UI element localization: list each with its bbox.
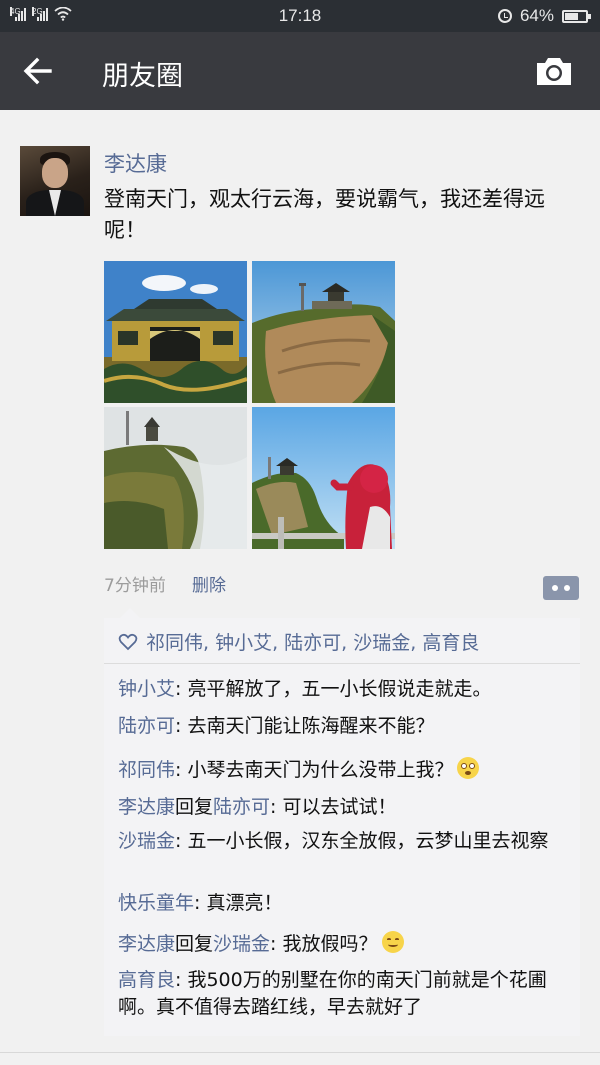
camera-icon[interactable] — [534, 54, 574, 88]
alarm-icon — [497, 9, 512, 23]
smile-emoji-icon — [381, 931, 404, 953]
post-text: 登南天门，观太行云海，要说霸气，我还差得远呢！ — [104, 187, 545, 242]
title-bar: 朋友圈 — [0, 32, 600, 110]
avatar[interactable] — [20, 146, 90, 216]
comment-text: 真漂亮！ — [206, 892, 283, 914]
comment-text: 我放假吗？ — [282, 933, 378, 955]
photo-woman-on-cliff[interactable] — [252, 407, 395, 549]
comment-separator: : — [270, 933, 283, 955]
comment-text: 去南天门能让陈海醒来不能？ — [187, 715, 435, 737]
photo-cliff-pavilion[interactable] — [252, 261, 395, 403]
author-name[interactable]: 李达康 — [104, 148, 167, 178]
comments-panel: 祁同伟, 钟小艾, 陆亦可, 沙瑞金, 高育良 钟小艾: 亮平解放了，五一小长假… — [104, 608, 580, 1036]
comment-row[interactable]: 钟小艾: 亮平解放了，五一小长假说走就走。 — [118, 676, 572, 703]
comment-author[interactable]: 快乐童年 — [118, 892, 194, 914]
comment-separator: : — [175, 759, 188, 781]
comment-row[interactable]: 快乐童年: 真漂亮！ — [118, 890, 572, 917]
comment-separator: : — [175, 715, 188, 737]
comment-row[interactable]: 沙瑞金: 五一小长假，汉东全放假，云梦山里去视察 — [118, 828, 572, 855]
likes-row: 祁同伟, 钟小艾, 陆亦可, 沙瑞金, 高育良 — [118, 628, 479, 655]
comment-separator: : — [175, 830, 188, 852]
comment-author[interactable]: 陆亦可 — [118, 715, 175, 737]
comment-separator: : — [270, 796, 283, 818]
comment-text: 亮平解放了，五一小长假说走就走。 — [187, 678, 492, 700]
photo-misty-mountain[interactable] — [104, 407, 247, 549]
reply-word: 回复 — [175, 796, 214, 818]
comment-author[interactable]: 高育良 — [118, 969, 175, 991]
battery-icon — [562, 9, 591, 23]
comment-author[interactable]: 李达康 — [118, 796, 175, 818]
post-time: 7分钟前 — [104, 576, 166, 596]
reply-to-name[interactable]: 陆亦可 — [213, 796, 270, 818]
more-actions-button[interactable] — [543, 576, 579, 600]
reply-to-name[interactable]: 沙瑞金 — [213, 933, 270, 955]
comment-text: 五一小长假，汉东全放假，云梦山里去视察 — [187, 830, 549, 852]
comment-text: 小琴去南天门为什么没带上我？ — [187, 759, 454, 781]
arrow-left-icon[interactable] — [20, 54, 56, 88]
feed-divider — [0, 1052, 600, 1053]
comment-separator: : — [175, 969, 188, 991]
comment-text: 可以去试试！ — [282, 796, 397, 818]
comment-author[interactable]: 祁同伟 — [118, 759, 175, 781]
comment-row[interactable]: 李达康回复陆亦可: 可以去试试！ — [118, 794, 572, 821]
comment-author[interactable]: 李达康 — [118, 933, 175, 955]
comment-row[interactable]: 高育良: 我500万的别墅在你的南天门前就是个花圃啊。真不值得去踏红线，早去就好… — [118, 967, 572, 1021]
comment-author[interactable]: 沙瑞金 — [118, 830, 175, 852]
comment-separator: : — [175, 678, 188, 700]
likes-names[interactable]: 祁同伟, 钟小艾, 陆亦可, 沙瑞金, 高育良 — [146, 628, 479, 655]
comment-author[interactable]: 钟小艾 — [118, 678, 175, 700]
delete-link[interactable]: 删除 — [192, 571, 226, 596]
comment-row[interactable]: 陆亦可: 去南天门能让陈海醒来不能？ — [118, 713, 572, 740]
photo-ornate-gate[interactable] — [104, 261, 247, 403]
heart-icon — [118, 633, 138, 650]
battery-percent: 64% — [519, 6, 554, 25]
photo-grid — [104, 261, 397, 549]
status-bar: 4G 2G 17:18 64% — [0, 0, 600, 32]
page-title: 朋友圈 — [102, 61, 183, 92]
reply-word: 回复 — [175, 933, 214, 955]
likes-divider — [104, 663, 580, 664]
comment-row[interactable]: 祁同伟: 小琴去南天门为什么没带上我？ — [118, 757, 572, 784]
shocked-emoji-icon — [457, 757, 480, 779]
comment-separator: : — [194, 892, 207, 914]
comment-row[interactable]: 李达康回复沙瑞金: 我放假吗？ — [118, 931, 572, 958]
